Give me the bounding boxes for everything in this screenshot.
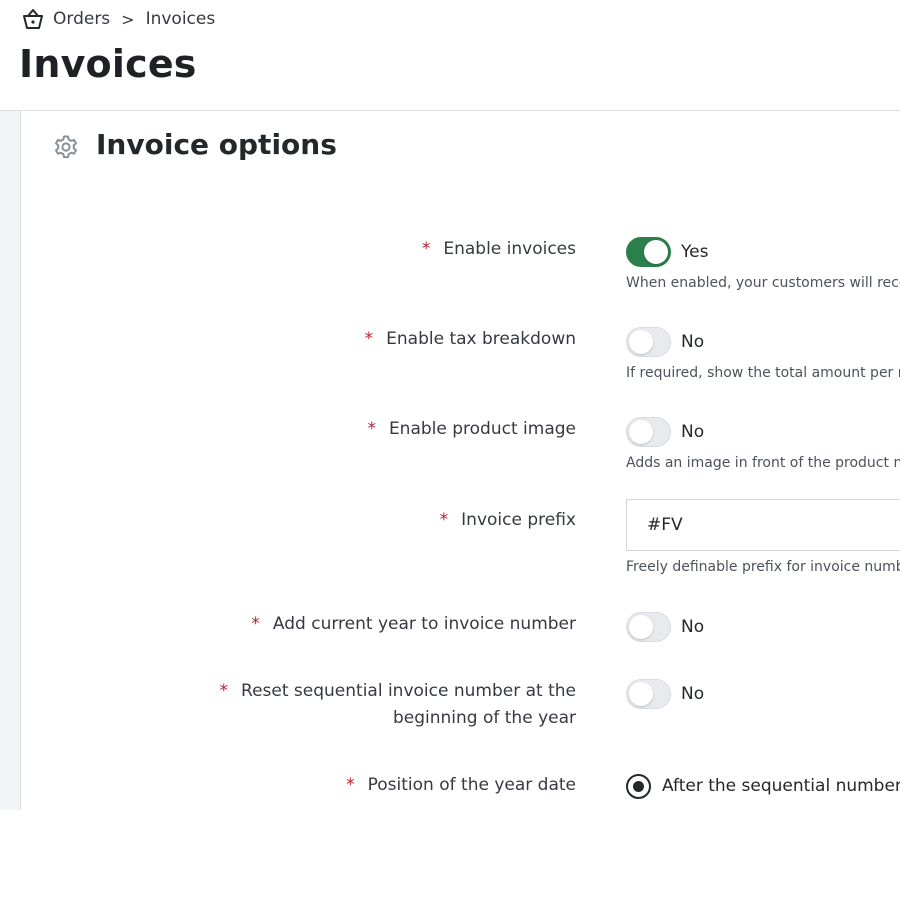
enable-product-image-label-text: Enable product image bbox=[388, 419, 576, 439]
required-marker: * bbox=[367, 419, 376, 439]
enable-product-image-toggle[interactable] bbox=[626, 417, 671, 447]
enable-invoices-label-text: Enable invoices bbox=[443, 239, 576, 259]
basket-icon bbox=[23, 9, 43, 29]
invoice-prefix-help: Freely definable prefix for invoice numb… bbox=[626, 559, 900, 575]
toggle-knob bbox=[629, 420, 653, 444]
section-heading-icon-wrap bbox=[53, 134, 79, 160]
enable-invoices-toggle[interactable] bbox=[626, 237, 671, 267]
reset-sequential-label-line1: Reset sequential invoice number at the bbox=[241, 681, 576, 701]
reset-sequential-state: No bbox=[681, 684, 705, 704]
reset-sequential-toggle[interactable] bbox=[626, 679, 671, 709]
breadcrumb-separator: > bbox=[121, 9, 135, 29]
invoice-prefix-label-text: Invoice prefix bbox=[461, 510, 576, 530]
year-position-label-text: Position of the year date bbox=[367, 775, 576, 795]
required-marker: * bbox=[421, 239, 431, 259]
toggle-knob bbox=[629, 682, 653, 706]
breadcrumb: Orders > Invoices bbox=[20, 6, 215, 32]
enable-product-image-state: No bbox=[681, 422, 705, 442]
year-position-option-label[interactable]: After the sequential number bbox=[662, 774, 900, 799]
enable-product-image-label: * Enable product image bbox=[367, 416, 576, 443]
invoice-prefix-input[interactable] bbox=[626, 499, 900, 551]
required-marker: * bbox=[346, 775, 355, 795]
add-current-year-label: * Add current year to invoice number bbox=[251, 611, 576, 638]
page-title: Invoices bbox=[19, 42, 197, 86]
section-title: Invoice options bbox=[96, 128, 337, 161]
enable-invoices-state: Yes bbox=[681, 242, 709, 262]
breadcrumb-orders-link[interactable]: Orders bbox=[53, 9, 110, 29]
year-position-label: * Position of the year date bbox=[346, 772, 576, 799]
enable-tax-breakdown-toggle[interactable] bbox=[626, 327, 671, 357]
enable-tax-breakdown-label: * Enable tax breakdown bbox=[365, 326, 576, 353]
required-marker: * bbox=[439, 510, 449, 530]
enable-invoices-help: When enabled, your customers will receiv… bbox=[626, 275, 900, 291]
add-current-year-label-text: Add current year to invoice number bbox=[272, 614, 576, 634]
add-current-year-toggle[interactable] bbox=[626, 612, 671, 642]
reset-sequential-label-line2: beginning of the year bbox=[392, 708, 576, 728]
enable-tax-breakdown-help: If required, show the total amount per r… bbox=[626, 365, 900, 381]
panel-left-strip bbox=[0, 111, 20, 810]
reset-sequential-label: * Reset sequential invoice number at the … bbox=[220, 678, 576, 732]
add-current-year-state: No bbox=[681, 617, 705, 637]
toggle-knob bbox=[629, 330, 653, 354]
enable-tax-breakdown-label-text: Enable tax breakdown bbox=[386, 329, 576, 349]
year-position-radio[interactable] bbox=[626, 774, 651, 799]
enable-product-image-help: Adds an image in front of the product na… bbox=[626, 455, 900, 471]
enable-tax-breakdown-state: No bbox=[681, 332, 705, 352]
panel-left-border bbox=[20, 111, 21, 810]
breadcrumb-current: Invoices bbox=[145, 9, 216, 29]
invoice-prefix-label: * Invoice prefix bbox=[440, 507, 576, 534]
required-marker: * bbox=[251, 614, 260, 634]
required-marker: * bbox=[219, 681, 229, 701]
gear-icon bbox=[55, 135, 77, 159]
enable-invoices-label: * Enable invoices bbox=[422, 236, 576, 263]
toggle-knob bbox=[629, 615, 653, 639]
toggle-knob bbox=[644, 240, 668, 264]
required-marker: * bbox=[364, 329, 374, 349]
radio-selected-dot bbox=[633, 781, 644, 792]
